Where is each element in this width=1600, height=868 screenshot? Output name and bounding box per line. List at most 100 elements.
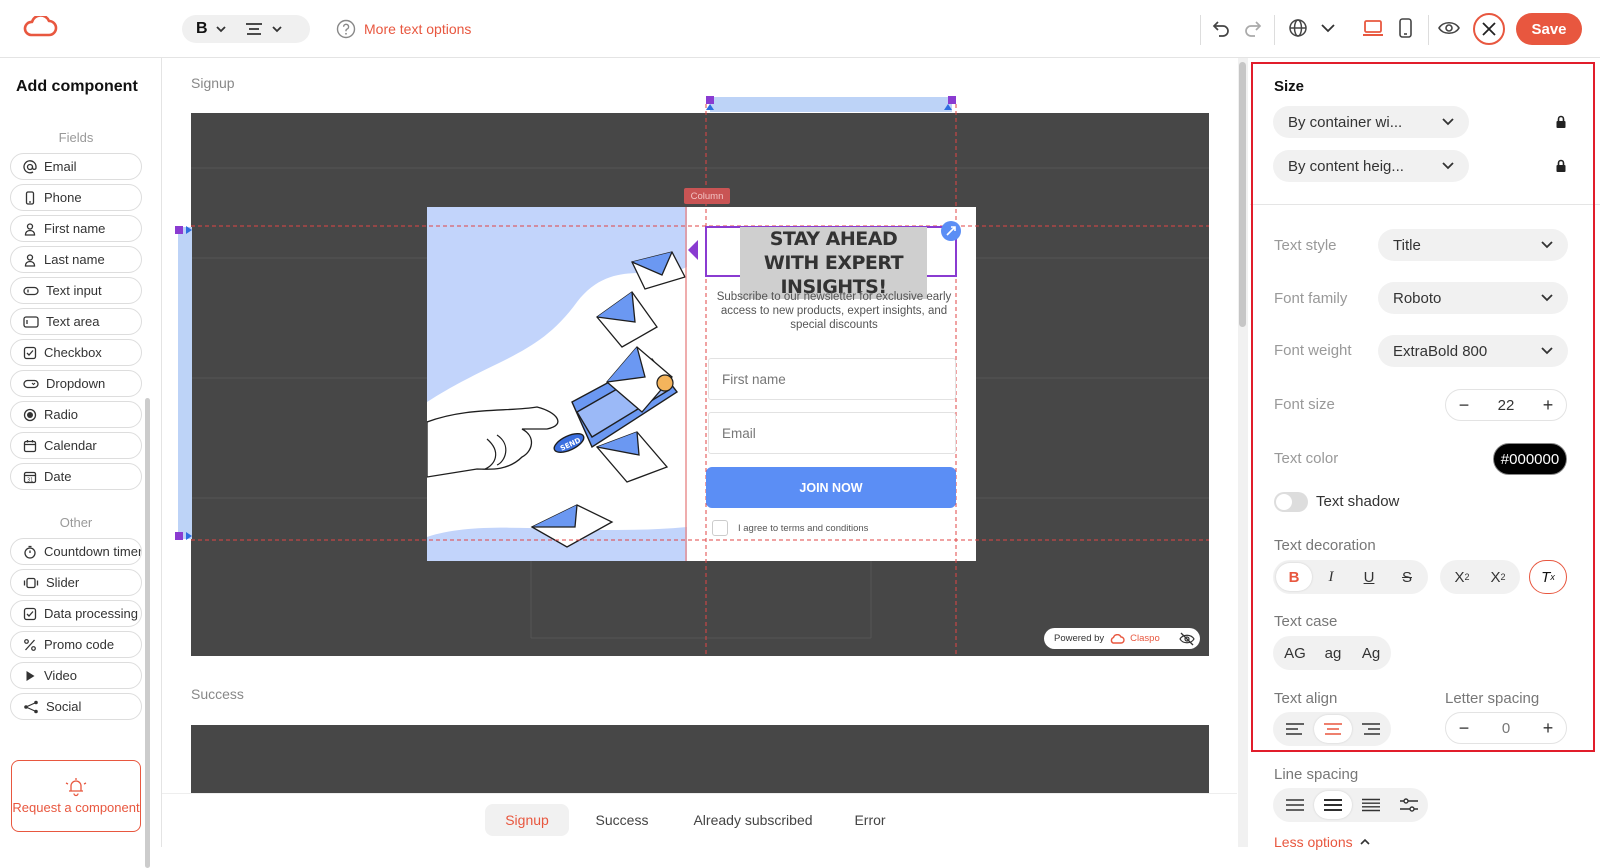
- percent-icon: [23, 638, 37, 652]
- popup-subtitle[interactable]: Subscribe to our newsletter for exclusiv…: [712, 290, 956, 332]
- component-countdown-timer[interactable]: Countdown timer: [10, 538, 142, 565]
- component-video[interactable]: Video: [10, 662, 142, 689]
- first-name-input[interactable]: First name: [708, 358, 956, 400]
- line-spacing-label: Line spacing: [1274, 766, 1359, 783]
- component-dropdown[interactable]: Dropdown: [10, 370, 142, 397]
- line-spacing-normal-icon[interactable]: [1314, 791, 1352, 819]
- email-input[interactable]: Email: [708, 412, 956, 454]
- save-button[interactable]: Save: [1516, 13, 1582, 45]
- component-data-processing[interactable]: Data processing: [10, 600, 142, 627]
- request-component-button[interactable]: Request a component: [11, 760, 141, 832]
- capitalize-button[interactable]: Ag: [1352, 639, 1390, 667]
- superscript-icon[interactable]: X2: [1480, 563, 1516, 591]
- powered-by-badge[interactable]: Powered by Claspo: [1044, 628, 1200, 649]
- component-phone[interactable]: Phone: [10, 184, 142, 211]
- align-left-icon[interactable]: [1276, 715, 1314, 743]
- chevron-down-icon: [1540, 239, 1554, 251]
- line-spacing-custom-icon[interactable]: [1390, 791, 1428, 819]
- add-component-panel: Add component Fields Email Phone First n…: [0, 58, 162, 868]
- component-date[interactable]: 31 Date: [10, 463, 142, 490]
- popup-title[interactable]: STAY AHEAD WITH EXPERT INSIGHTS!: [740, 227, 927, 299]
- chevron-down-icon[interactable]: [270, 22, 284, 36]
- component-label: Checkbox: [44, 345, 102, 360]
- component-text-input[interactable]: Text input: [10, 277, 142, 304]
- chevron-down-icon[interactable]: [1318, 17, 1338, 39]
- share-icon: [23, 700, 39, 714]
- decrease-button[interactable]: −: [1454, 395, 1474, 415]
- desktop-view-icon[interactable]: [1361, 17, 1385, 39]
- tab-already-subscribed[interactable]: Already subscribed: [680, 804, 826, 836]
- text-case-label: Text case: [1274, 613, 1338, 630]
- strikethrough-icon[interactable]: S: [1388, 563, 1426, 591]
- chevron-down-icon: [1540, 345, 1554, 357]
- component-checkbox[interactable]: Checkbox: [10, 339, 142, 366]
- chevron-down-icon[interactable]: [214, 22, 228, 36]
- success-canvas-area[interactable]: [191, 725, 1209, 795]
- font-weight-select[interactable]: ExtraBold 800: [1378, 335, 1568, 367]
- component-last-name[interactable]: Last name: [10, 246, 142, 273]
- close-button[interactable]: [1473, 13, 1505, 45]
- terms-checkbox-row[interactable]: I agree to terms and conditions: [712, 520, 868, 536]
- clear-format-icon[interactable]: Tx: [1529, 560, 1567, 594]
- join-now-button[interactable]: JOIN NOW: [706, 467, 956, 508]
- tab-error[interactable]: Error: [842, 804, 898, 836]
- tab-signup[interactable]: Signup: [485, 804, 569, 836]
- component-promo-code[interactable]: Promo code: [10, 631, 142, 658]
- font-family-select[interactable]: Roboto: [1378, 282, 1568, 314]
- terms-checkbox[interactable]: [712, 520, 728, 536]
- align-right-icon[interactable]: [1352, 715, 1390, 743]
- more-text-options-link[interactable]: More text options: [336, 19, 471, 39]
- component-social[interactable]: Social: [10, 693, 142, 720]
- component-first-name[interactable]: First name: [10, 215, 142, 242]
- mobile-view-icon[interactable]: [1395, 17, 1415, 39]
- component-email[interactable]: Email: [10, 153, 142, 180]
- text-style-select[interactable]: Title: [1378, 229, 1568, 261]
- component-label: Promo code: [44, 637, 115, 652]
- increase-button[interactable]: +: [1538, 395, 1558, 415]
- tab-success[interactable]: Success: [580, 804, 664, 836]
- increase-button[interactable]: +: [1538, 718, 1558, 738]
- lock-icon[interactable]: [1555, 159, 1567, 173]
- preview-eye-icon[interactable]: [1437, 17, 1461, 39]
- letter-spacing-value[interactable]: 0: [1502, 720, 1510, 737]
- canvas-scrollbar-thumb[interactable]: [1239, 62, 1246, 327]
- italic-icon[interactable]: I: [1312, 563, 1350, 591]
- undo-icon[interactable]: [1210, 17, 1232, 39]
- panel-divider: [1250, 204, 1600, 205]
- line-spacing-wide-icon[interactable]: [1352, 791, 1390, 819]
- less-options-label: Less options: [1274, 834, 1353, 850]
- text-color-swatch[interactable]: #000000: [1493, 443, 1567, 475]
- component-slider[interactable]: Slider: [10, 569, 142, 596]
- subscript-icon[interactable]: X2: [1444, 563, 1480, 591]
- text-shadow-label: Text shadow: [1316, 493, 1400, 510]
- lock-icon[interactable]: [1555, 115, 1567, 129]
- bold-dropdown-label[interactable]: B: [196, 20, 208, 38]
- line-spacing-compact-icon[interactable]: [1276, 791, 1314, 819]
- globe-icon[interactable]: [1287, 17, 1309, 39]
- component-radio[interactable]: Radio: [10, 401, 142, 428]
- lowercase-button[interactable]: ag: [1314, 639, 1352, 667]
- uppercase-button[interactable]: AG: [1276, 639, 1314, 667]
- bold-icon[interactable]: B: [1276, 563, 1312, 591]
- claspo-logo-icon[interactable]: [22, 16, 58, 38]
- less-options-link[interactable]: Less options: [1274, 834, 1371, 850]
- align-center-icon[interactable]: [1314, 715, 1352, 743]
- eye-off-icon[interactable]: [1179, 632, 1195, 646]
- align-center-icon[interactable]: [244, 21, 264, 37]
- component-label: Social: [46, 699, 82, 714]
- underline-icon[interactable]: U: [1350, 563, 1388, 591]
- user-icon: [23, 222, 37, 236]
- left-panel-scrollbar[interactable]: [145, 398, 150, 868]
- text-input-icon: [23, 284, 39, 298]
- decrease-button[interactable]: −: [1454, 718, 1474, 738]
- font-size-value[interactable]: 22: [1498, 397, 1515, 414]
- component-calendar[interactable]: Calendar: [10, 432, 142, 459]
- redo-icon[interactable]: [1242, 17, 1264, 39]
- component-label: Date: [44, 469, 72, 484]
- height-mode-select[interactable]: By content heig...: [1273, 150, 1469, 182]
- component-label: Text area: [46, 314, 100, 329]
- svg-text:31: 31: [27, 477, 33, 483]
- component-text-area[interactable]: Text area: [10, 308, 142, 335]
- width-mode-select[interactable]: By container wi...: [1273, 106, 1469, 138]
- panel-title: Add component: [16, 78, 138, 95]
